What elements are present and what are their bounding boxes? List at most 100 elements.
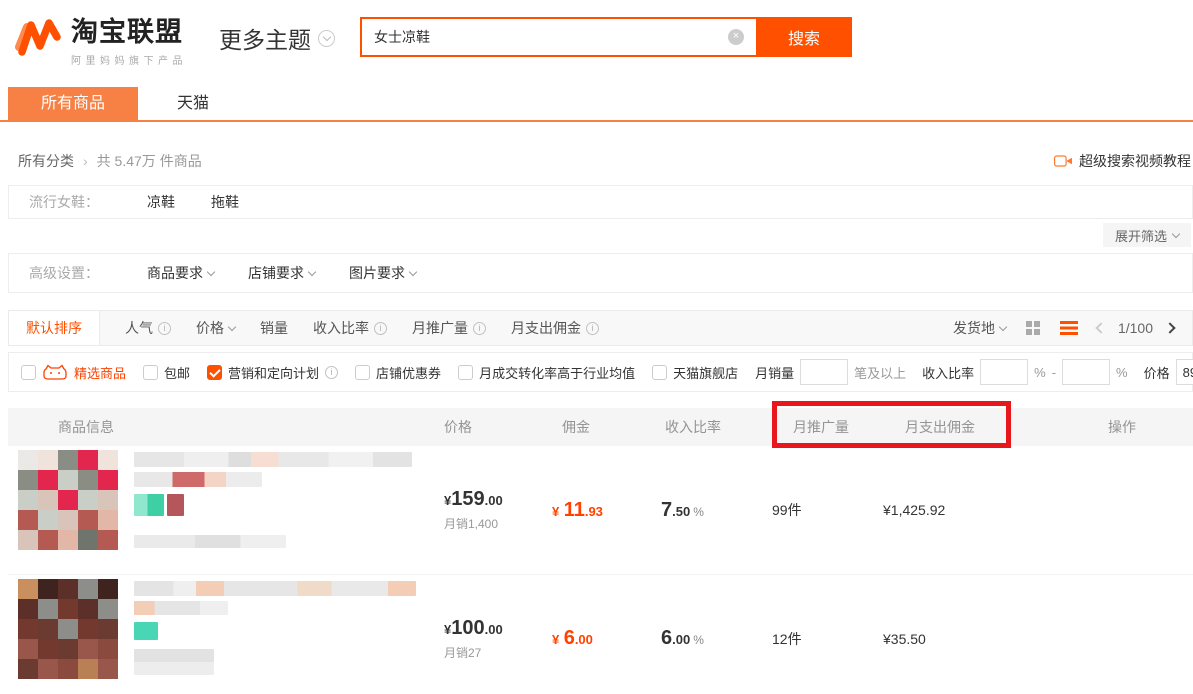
sort-default[interactable]: 默认排序	[9, 311, 100, 345]
income-rate-label: 收入比率	[922, 363, 974, 382]
table-header: 商品信息 价格 佣金 收入比率 月推广量 月支出佣金 操作	[8, 408, 1193, 446]
list-view-icon[interactable]	[1060, 321, 1078, 335]
video-tutorial-link[interactable]: 超级搜索视频教程	[1054, 151, 1191, 171]
dropdown-label: 店铺要求	[248, 263, 304, 283]
sort-monthly-promotion[interactable]: 月推广量	[412, 318, 486, 338]
product-info-cell	[18, 579, 438, 679]
info-icon[interactable]	[586, 322, 599, 335]
checkbox[interactable]	[355, 365, 370, 380]
search-input[interactable]	[360, 17, 756, 57]
sort-income-rate[interactable]: 收入比率	[313, 318, 387, 338]
info-icon[interactable]	[473, 322, 486, 335]
sort-popularity[interactable]: 人气	[125, 318, 171, 338]
checkbox-conversion-above-avg[interactable]: 月成交转化率高于行业均值	[458, 363, 635, 382]
filter-option-slippers[interactable]: 拖鞋	[211, 192, 239, 212]
censored-text-line	[134, 472, 262, 487]
more-topics-menu[interactable]: 更多主题	[219, 21, 335, 55]
dropdown-label: 图片要求	[349, 263, 405, 283]
price-filter-label: 价格	[1144, 363, 1170, 382]
clear-search-icon[interactable]	[728, 29, 744, 45]
rate-unit: %	[693, 633, 704, 647]
censored-product-image[interactable]	[18, 579, 118, 679]
col-income-rate: 收入比率	[649, 417, 764, 437]
sort-label: 月推广量	[412, 318, 468, 338]
checkbox-free-shipping[interactable]: 包邮	[143, 363, 190, 382]
checkbox-label: 包邮	[164, 363, 190, 382]
monthly-sales-label: 月销量	[755, 363, 794, 382]
price-int: 100	[451, 617, 484, 639]
censored-text-line	[134, 601, 228, 615]
price-dec: .00	[485, 622, 503, 637]
checkbox-label: 天猫旗舰店	[673, 363, 738, 382]
info-icon[interactable]	[325, 366, 338, 379]
grid-view-icon[interactable]	[1025, 320, 1041, 336]
monthly-promotion-cell: 99件	[764, 500, 854, 520]
filter-option-sandals[interactable]: 凉鞋	[147, 192, 175, 212]
info-icon[interactable]	[158, 322, 171, 335]
product-row: ¥100.00 月销27 ¥ 6.00 6.00% 12件 ¥35.50	[8, 574, 1193, 694]
income-rate-filter: 收入比率 % - %	[922, 359, 1127, 385]
chevron-down-circle-icon	[318, 30, 335, 47]
advanced-settings-label: 高级设置：	[29, 263, 147, 283]
rate-dec: .00	[672, 632, 690, 647]
logo[interactable]: 淘宝联盟 阿里妈妈旗下产品	[14, 10, 187, 67]
next-page-icon[interactable]	[1164, 322, 1175, 333]
monthly-commission-paid-cell: ¥35.50	[854, 631, 1004, 647]
checkbox-marketing-plan[interactable]: 营销和定向计划	[207, 363, 338, 382]
col-price: 价格	[438, 417, 544, 437]
col-monthly-commission-paid: 月支出佣金	[854, 417, 1004, 437]
income-rate-min-input[interactable]	[980, 359, 1028, 385]
percent-sign: %	[1034, 365, 1046, 380]
commission-cell: ¥ 11.93	[544, 499, 649, 522]
censored-product-image[interactable]	[18, 450, 118, 550]
currency-symbol: ¥	[552, 504, 559, 519]
breadcrumb-category[interactable]: 所有分类	[18, 151, 74, 171]
sort-sales[interactable]: 销量	[260, 318, 288, 338]
checkbox[interactable]	[458, 365, 473, 380]
checkbox[interactable]	[652, 365, 667, 380]
monthly-sales-suffix: 笔及以上	[854, 363, 906, 382]
product-info-cell	[18, 450, 438, 550]
logo-text: 淘宝联盟 阿里妈妈旗下产品	[71, 10, 187, 67]
ship-from-label: 发货地	[953, 318, 995, 338]
checkbox-shop-coupon[interactable]: 店铺优惠券	[355, 363, 441, 382]
price-filter: 价格 元 - 元	[1144, 359, 1193, 385]
col-monthly-promotion: 月推广量	[764, 417, 854, 437]
tab-all-products[interactable]: 所有商品	[8, 87, 138, 120]
price-cell: ¥100.00 月销27	[438, 617, 544, 661]
dropdown-image-requirements[interactable]: 图片要求	[349, 263, 416, 283]
checkbox[interactable]	[21, 365, 36, 380]
ship-from-dropdown[interactable]: 发货地	[953, 318, 1006, 338]
censored-product-text[interactable]	[134, 579, 416, 679]
info-icon[interactable]	[374, 322, 387, 335]
dropdown-label: 商品要求	[147, 263, 203, 283]
expand-filter-button[interactable]: 展开筛选	[1103, 223, 1191, 247]
sort-label: 月支出佣金	[511, 318, 581, 338]
col-product-info: 商品信息	[18, 417, 438, 437]
sort-monthly-commission[interactable]: 月支出佣金	[511, 318, 599, 338]
monthly-sales-input[interactable]	[800, 359, 848, 385]
sort-price[interactable]: 价格	[196, 318, 235, 338]
price-min-input[interactable]	[1176, 359, 1193, 385]
checkbox-label: 店铺优惠券	[376, 363, 441, 382]
sort-label: 收入比率	[313, 318, 369, 338]
commission-dec: .00	[575, 632, 593, 647]
checkbox-checked[interactable]	[207, 365, 222, 380]
tab-tmall[interactable]: 天猫	[138, 87, 248, 120]
censored-text-line	[134, 581, 416, 596]
result-count: 共 5.47万 件商品	[97, 151, 202, 171]
checkbox[interactable]	[143, 365, 158, 380]
checkbox-featured-products[interactable]: 精选商品	[21, 363, 126, 382]
chevron-down-icon	[409, 267, 417, 275]
income-rate-max-input[interactable]	[1062, 359, 1110, 385]
dropdown-shop-requirements[interactable]: 店铺要求	[248, 263, 315, 283]
checkbox-tmall-flagship[interactable]: 天猫旗舰店	[652, 363, 738, 382]
search-button[interactable]: 搜索	[756, 17, 852, 57]
tag-teal	[134, 494, 164, 516]
expand-filter-label: 展开筛选	[1115, 226, 1167, 245]
prev-page-icon[interactable]	[1095, 322, 1106, 333]
censored-product-text[interactable]	[134, 450, 412, 550]
currency-symbol: ¥	[552, 632, 559, 647]
rate-int: 6	[661, 627, 672, 649]
dropdown-product-requirements[interactable]: 商品要求	[147, 263, 214, 283]
